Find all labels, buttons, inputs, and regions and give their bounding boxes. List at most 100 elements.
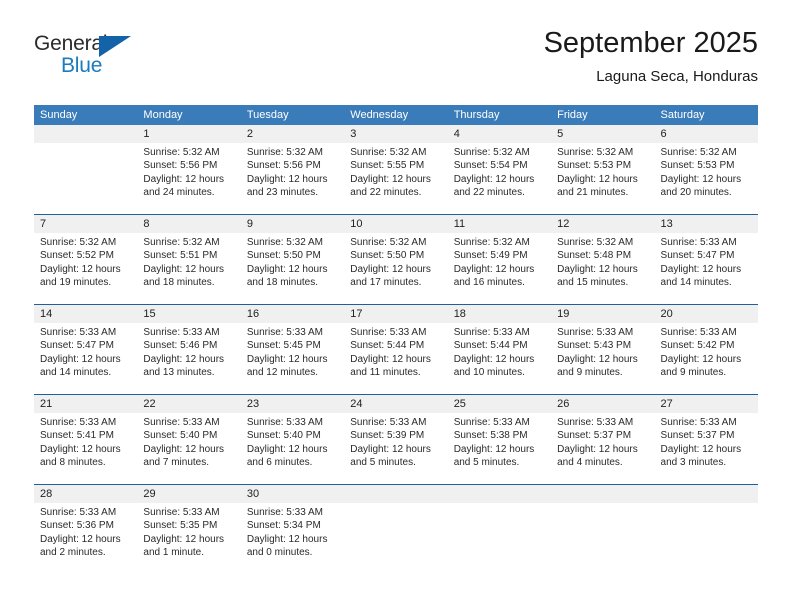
day-number-2[interactable]: 2 xyxy=(241,125,344,143)
sunrise-text: Sunrise: 5:33 AM xyxy=(350,417,427,428)
day-cell-14[interactable]: Sunrise: 5:33 AM Sunset: 5:47 PM Daylight:… xyxy=(34,323,137,394)
day-number-15[interactable]: 15 xyxy=(137,305,240,323)
day-cell-6[interactable]: Sunrise: 5:32 AM Sunset: 5:53 PM Daylight:… xyxy=(655,143,758,214)
day-number-empty xyxy=(655,485,758,503)
day-cell-3[interactable]: Sunrise: 5:32 AM Sunset: 5:55 PM Daylight:… xyxy=(344,143,447,214)
sunset-text: Sunset: 5:44 PM xyxy=(350,340,425,352)
sunrise-text: Sunrise: 5:33 AM xyxy=(660,417,737,428)
sunset-text: Sunset: 5:52 PM xyxy=(40,250,114,262)
week-content-band: Sunrise: 5:33 AM Sunset: 5:41 PM Daylight:… xyxy=(34,413,758,484)
day-number-29[interactable]: 29 xyxy=(137,485,240,503)
day-number-28[interactable]: 28 xyxy=(34,485,137,503)
day-number-23[interactable]: 23 xyxy=(241,395,344,413)
day-number-11[interactable]: 11 xyxy=(448,215,551,233)
day-cell-19[interactable]: Sunrise: 5:33 AM Sunset: 5:43 PM Daylight:… xyxy=(551,323,654,394)
day-number-6[interactable]: 6 xyxy=(655,125,758,143)
daylight-text: and 18 minutes. xyxy=(143,277,215,289)
daylight-text: and 5 minutes. xyxy=(453,457,520,469)
daylight-text: Daylight: 12 hours xyxy=(246,353,328,365)
day-number-10[interactable]: 10 xyxy=(344,215,447,233)
page-header: General Blue September 2025 Laguna Seca,… xyxy=(34,26,758,98)
day-number-8[interactable]: 8 xyxy=(137,215,240,233)
daylight-text: and 15 minutes. xyxy=(557,277,629,289)
daylight-text: Daylight: 12 hours xyxy=(660,173,742,185)
day-cell-30[interactable]: Sunrise: 5:33 AM Sunset: 5:34 PM Daylight:… xyxy=(241,503,344,574)
day-number-7[interactable]: 7 xyxy=(34,215,137,233)
day-cell-23[interactable]: Sunrise: 5:33 AM Sunset: 5:40 PM Daylight:… xyxy=(241,413,344,484)
day-cell-26[interactable]: Sunrise: 5:33 AM Sunset: 5:37 PM Daylight:… xyxy=(551,413,654,484)
daylight-text: Daylight: 12 hours xyxy=(557,353,638,365)
day-number-19[interactable]: 19 xyxy=(551,305,654,323)
daylight-text: Daylight: 12 hours xyxy=(40,263,121,275)
day-cell-13[interactable]: Sunrise: 5:33 AM Sunset: 5:47 PM Daylight:… xyxy=(655,233,758,304)
day-cell-20[interactable]: Sunrise: 5:33 AM Sunset: 5:42 PM Daylight:… xyxy=(655,323,758,394)
day-cell-2[interactable]: Sunrise: 5:32 AM Sunset: 5:56 PM Daylight:… xyxy=(241,143,344,214)
day-cell-25[interactable]: Sunrise: 5:33 AM Sunset: 5:38 PM Daylight:… xyxy=(448,413,551,484)
day-cell-29[interactable]: Sunrise: 5:33 AM Sunset: 5:35 PM Daylight:… xyxy=(137,503,240,574)
day-number-3[interactable]: 3 xyxy=(344,125,447,143)
sunrise-text: Sunrise: 5:32 AM xyxy=(453,237,530,248)
daylight-text: and 8 minutes. xyxy=(40,457,106,469)
day-number-14[interactable]: 14 xyxy=(34,305,137,323)
day-cell-12[interactable]: Sunrise: 5:32 AM Sunset: 5:48 PM Daylight:… xyxy=(551,233,654,304)
sunset-text: Sunset: 5:50 PM xyxy=(350,250,425,262)
week-daynumber-band: 28 29 30 xyxy=(34,485,758,503)
day-cell-16[interactable]: Sunrise: 5:33 AM Sunset: 5:45 PM Daylight:… xyxy=(241,323,344,394)
sunset-text: Sunset: 5:37 PM xyxy=(660,430,735,442)
sunset-text: Sunset: 5:34 PM xyxy=(246,520,321,532)
day-cell-7[interactable]: Sunrise: 5:32 AM Sunset: 5:52 PM Daylight:… xyxy=(34,233,137,304)
week-content-band: Sunrise: 5:32 AM Sunset: 5:56 PM Daylight:… xyxy=(34,143,758,214)
day-cell-21[interactable]: Sunrise: 5:33 AM Sunset: 5:41 PM Daylight:… xyxy=(34,413,137,484)
day-number-20[interactable]: 20 xyxy=(655,305,758,323)
day-number-30[interactable]: 30 xyxy=(241,485,344,503)
day-number-25[interactable]: 25 xyxy=(448,395,551,413)
day-number-21[interactable]: 21 xyxy=(34,395,137,413)
day-number-18[interactable]: 18 xyxy=(448,305,551,323)
sunrise-text: Sunrise: 5:33 AM xyxy=(557,417,634,428)
day-cell-27[interactable]: Sunrise: 5:33 AM Sunset: 5:37 PM Daylight:… xyxy=(655,413,758,484)
day-cell-22[interactable]: Sunrise: 5:33 AM Sunset: 5:40 PM Daylight:… xyxy=(137,413,240,484)
sunrise-text: Sunrise: 5:32 AM xyxy=(40,237,117,248)
weekday-header-friday: Friday xyxy=(557,109,588,121)
day-number-13[interactable]: 13 xyxy=(655,215,758,233)
daylight-text: Daylight: 12 hours xyxy=(246,173,328,185)
day-cell-9[interactable]: Sunrise: 5:32 AM Sunset: 5:50 PM Daylight:… xyxy=(241,233,344,304)
daylight-text: and 5 minutes. xyxy=(350,457,416,469)
day-number-12[interactable]: 12 xyxy=(551,215,654,233)
day-number-24[interactable]: 24 xyxy=(344,395,447,413)
day-number-22[interactable]: 22 xyxy=(137,395,240,413)
daylight-text: Daylight: 12 hours xyxy=(557,173,638,185)
day-cell-5[interactable]: Sunrise: 5:32 AM Sunset: 5:53 PM Daylight:… xyxy=(551,143,654,214)
day-cell-4[interactable]: Sunrise: 5:32 AM Sunset: 5:54 PM Daylight:… xyxy=(448,143,551,214)
sunrise-text: Sunrise: 5:33 AM xyxy=(453,327,530,338)
sunset-text: Sunset: 5:45 PM xyxy=(246,340,321,352)
day-cell-17[interactable]: Sunrise: 5:33 AM Sunset: 5:44 PM Daylight:… xyxy=(344,323,447,394)
day-number-27[interactable]: 27 xyxy=(655,395,758,413)
day-cell-1[interactable]: Sunrise: 5:32 AM Sunset: 5:56 PM Daylight:… xyxy=(137,143,240,214)
day-cell-8[interactable]: Sunrise: 5:32 AM Sunset: 5:51 PM Daylight:… xyxy=(137,233,240,304)
day-number-17[interactable]: 17 xyxy=(344,305,447,323)
calendar-page: General Blue September 2025 Laguna Seca,… xyxy=(0,0,792,612)
week-content-band: Sunrise: 5:33 AM Sunset: 5:47 PM Daylight:… xyxy=(34,323,758,394)
sunset-text: Sunset: 5:39 PM xyxy=(350,430,425,442)
day-cell-18[interactable]: Sunrise: 5:33 AM Sunset: 5:44 PM Daylight:… xyxy=(448,323,551,394)
general-blue-logo[interactable]: General Blue xyxy=(34,32,164,88)
day-number-1[interactable]: 1 xyxy=(137,125,240,143)
day-number-5[interactable]: 5 xyxy=(551,125,654,143)
daylight-text: and 12 minutes. xyxy=(246,367,319,379)
day-cell-28[interactable]: Sunrise: 5:33 AM Sunset: 5:36 PM Daylight:… xyxy=(34,503,137,574)
day-number-26[interactable]: 26 xyxy=(551,395,654,413)
sunrise-text: Sunrise: 5:33 AM xyxy=(143,507,220,518)
sunrise-text: Sunrise: 5:32 AM xyxy=(350,237,427,248)
daylight-text: and 0 minutes. xyxy=(246,547,313,559)
daylight-text: Daylight: 12 hours xyxy=(40,353,121,365)
sunset-text: Sunset: 5:51 PM xyxy=(143,250,218,262)
week-daynumber-band: 123456 xyxy=(34,125,758,143)
day-number-9[interactable]: 9 xyxy=(241,215,344,233)
day-number-16[interactable]: 16 xyxy=(241,305,344,323)
day-cell-10[interactable]: Sunrise: 5:32 AM Sunset: 5:50 PM Daylight:… xyxy=(344,233,447,304)
day-cell-24[interactable]: Sunrise: 5:33 AM Sunset: 5:39 PM Daylight:… xyxy=(344,413,447,484)
day-number-4[interactable]: 4 xyxy=(448,125,551,143)
day-cell-15[interactable]: Sunrise: 5:33 AM Sunset: 5:46 PM Daylight:… xyxy=(137,323,240,394)
day-cell-11[interactable]: Sunrise: 5:32 AM Sunset: 5:49 PM Daylight:… xyxy=(448,233,551,304)
